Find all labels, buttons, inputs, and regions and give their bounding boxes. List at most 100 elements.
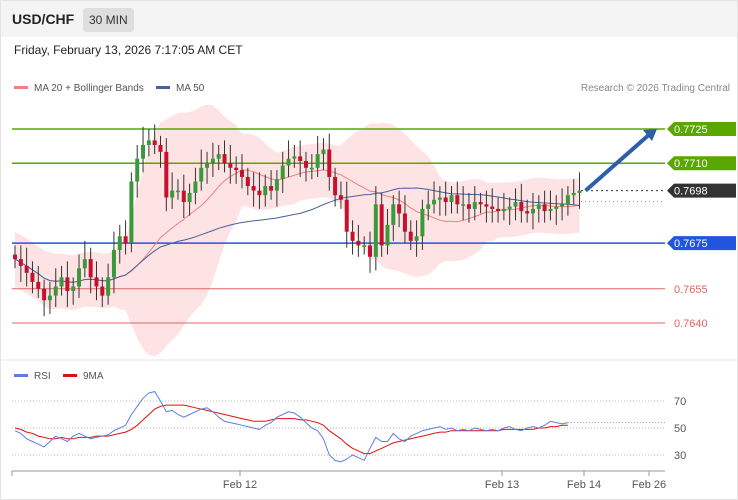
candle-body <box>187 192 192 203</box>
candle-body <box>484 204 489 207</box>
candle-body <box>117 236 122 250</box>
candle-body <box>94 277 99 287</box>
candle-body <box>472 202 477 209</box>
level-label-0.7675: 0.7675 <box>674 238 708 250</box>
x-tick-label: Feb 14 <box>567 479 601 491</box>
candle-body <box>129 181 134 244</box>
candle-body <box>321 149 326 155</box>
candle-body <box>13 254 17 260</box>
candle-body <box>315 154 320 168</box>
bollinger-band <box>15 104 580 357</box>
candle-body <box>181 190 186 203</box>
candle-body <box>245 176 250 187</box>
candle-body <box>577 190 582 193</box>
candle-body <box>42 288 47 301</box>
candle-body <box>455 195 460 205</box>
level-label-0.7655: 0.7655 <box>674 284 708 296</box>
candle-body <box>309 167 314 170</box>
candle-body <box>449 195 454 203</box>
candle-body <box>77 268 82 287</box>
candle-body <box>280 165 285 180</box>
candle-body <box>432 199 437 205</box>
level-label-0.7710: 0.7710 <box>674 158 708 170</box>
candle-body <box>141 144 146 159</box>
candle-body <box>47 295 52 301</box>
candle-body <box>222 154 227 164</box>
legend-9ma-swatch <box>63 374 77 377</box>
candle-body <box>123 236 128 244</box>
rsi-line <box>14 391 569 463</box>
candle-body <box>548 208 553 212</box>
candle-body <box>263 186 268 196</box>
candle-body <box>135 158 140 182</box>
candle-body <box>304 160 308 168</box>
candle-body <box>478 202 483 205</box>
candle-body <box>461 204 466 206</box>
candle-body <box>496 208 501 212</box>
candle-body <box>420 208 425 237</box>
level-label-0.7725: 0.7725 <box>674 124 708 136</box>
candle-body <box>65 277 70 292</box>
candle-body <box>397 204 402 214</box>
candle-body <box>466 204 471 209</box>
rsi-tick-30: 30 <box>674 450 686 462</box>
candle-body <box>391 204 396 225</box>
candle-body <box>519 202 524 212</box>
candle-body <box>228 163 233 168</box>
candle-body <box>426 204 431 209</box>
x-tick-label: Feb 13 <box>485 479 519 491</box>
candle-body <box>170 190 175 198</box>
candle-body <box>414 236 419 241</box>
candle-body <box>379 204 384 246</box>
candle-body <box>239 170 244 177</box>
price-chart-svg: 0.7725 0.7710 0.7698 0.7675 0.7655 0.7640 MA 2… <box>1 83 737 491</box>
candle-body <box>542 204 547 212</box>
candle-body <box>344 199 349 232</box>
candle-body <box>106 277 111 296</box>
candle-body <box>536 204 541 209</box>
candle-body <box>298 156 303 161</box>
candle-body <box>338 195 343 200</box>
forecast-arrow <box>584 131 653 193</box>
candle-body <box>554 206 559 209</box>
candle-body <box>350 231 355 241</box>
candle-body <box>175 190 180 193</box>
candle-body <box>525 211 530 214</box>
candle-body <box>443 197 448 203</box>
candle-body <box>571 192 576 196</box>
candle-body <box>560 204 565 207</box>
candle-body <box>257 190 262 196</box>
candle-body <box>193 181 198 193</box>
candle-body <box>216 154 221 159</box>
legend-ma50-swatch <box>156 86 170 89</box>
x-tick-label: Feb 12 <box>223 479 257 491</box>
candle-body <box>24 265 29 273</box>
candle-body <box>164 151 169 198</box>
candle-body <box>437 197 442 200</box>
candle-body <box>251 186 256 191</box>
candle-body <box>333 176 338 196</box>
legend-9ma-label: 9MA <box>83 371 104 382</box>
rsi-tick-50: 50 <box>674 423 686 435</box>
candle-body <box>18 259 23 266</box>
candle-body <box>152 140 157 145</box>
legend-ma20-label: MA 20 + Bollinger Bands <box>34 83 144 94</box>
copyright: Research © 2026 Trading Central <box>581 83 730 94</box>
candle-body <box>199 167 204 182</box>
x-tick-label: Feb 26 <box>632 479 666 491</box>
candle-body <box>362 245 367 247</box>
legend-ma50-label: MA 50 <box>176 83 205 94</box>
legend-rsi-label: RSI <box>34 371 51 382</box>
level-label-0.7640: 0.7640 <box>674 318 708 330</box>
candle-body <box>408 231 413 241</box>
candle-body <box>490 206 495 209</box>
candle-body <box>274 179 279 191</box>
candle-body <box>111 249 116 278</box>
candle-body <box>327 149 332 177</box>
candle-body <box>234 167 239 171</box>
candle-body <box>30 272 35 282</box>
candle-body <box>36 281 41 289</box>
candle-body <box>210 158 215 164</box>
level-label-0.7698: 0.7698 <box>674 186 708 198</box>
candle-body <box>292 156 297 159</box>
